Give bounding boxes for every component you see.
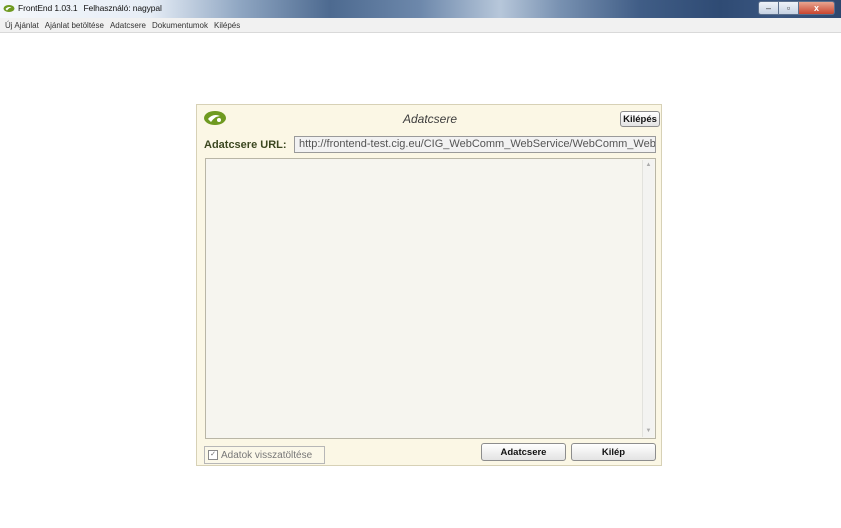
scroll-up-icon[interactable]: ▲ xyxy=(643,160,654,171)
kilep-button[interactable]: Kilép xyxy=(571,443,656,461)
scroll-down-icon[interactable]: ▼ xyxy=(643,426,654,437)
checkbox-checkmark-icon[interactable]: ✓ xyxy=(208,450,218,460)
window-controls: – ▫ x xyxy=(758,1,835,16)
menu-item-ajanlat-betoltese[interactable]: Ajánlat betöltése xyxy=(42,21,107,30)
log-textarea[interactable]: ▲ ▼ xyxy=(205,158,656,439)
menu-item-adatcsere[interactable]: Adatcsere xyxy=(107,21,149,30)
menu-item-kilepes[interactable]: Kilépés xyxy=(211,21,243,30)
menu-bar: Új Ajánlat Ajánlat betöltése Adatcsere D… xyxy=(0,18,841,33)
url-field[interactable]: http://frontend-test.cig.eu/CIG_WebComm_… xyxy=(294,136,656,153)
log-scrollbar[interactable]: ▲ ▼ xyxy=(642,160,654,437)
exit-button[interactable]: Kilépés xyxy=(620,111,660,127)
app-logo-icon xyxy=(3,5,15,12)
checkbox-label: Adatok visszatöltése xyxy=(221,449,313,461)
maximize-button[interactable]: ▫ xyxy=(779,1,799,15)
window-title: FrontEnd 1.03.1 Felhasználó: nagypal xyxy=(18,3,162,13)
minimize-button[interactable]: – xyxy=(758,1,779,15)
adatcsere-dialog: Adatcsere Kilépés Adatcsere URL: http://… xyxy=(196,104,662,466)
adatcsere-button[interactable]: Adatcsere xyxy=(481,443,566,461)
menu-item-uj-ajanlat[interactable]: Új Ajánlat xyxy=(0,21,42,30)
close-window-button[interactable]: x xyxy=(799,1,835,15)
url-label: Adatcsere URL: xyxy=(204,139,287,151)
title-bar: FrontEnd 1.03.1 Felhasználó: nagypal – ▫ … xyxy=(0,0,841,18)
user-label: Felhasználó: nagypal xyxy=(83,3,162,13)
app-name: FrontEnd 1.03.1 xyxy=(18,3,78,13)
menu-item-dokumentumok[interactable]: Dokumentumok xyxy=(149,21,211,30)
dialog-title: Adatcsere xyxy=(402,112,458,126)
reload-data-checkbox[interactable]: ✓ Adatok visszatöltése xyxy=(204,446,325,464)
